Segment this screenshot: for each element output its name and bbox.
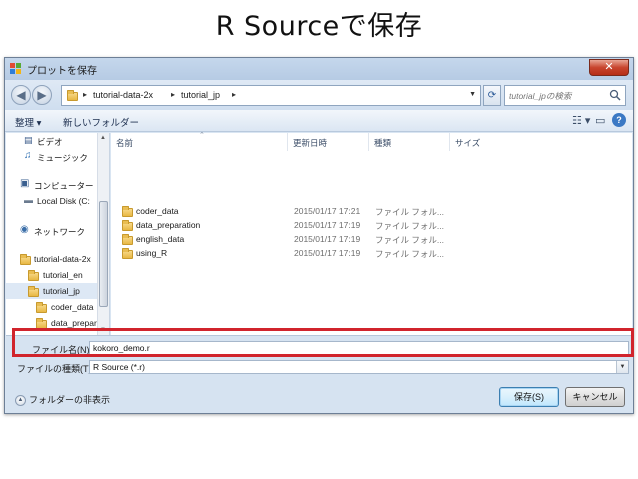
close-button[interactable]: ✕ bbox=[589, 59, 629, 76]
search-box[interactable] bbox=[504, 85, 626, 106]
computer-icon: ▣ bbox=[20, 178, 30, 189]
nav-item-coder-data[interactable]: coder_data bbox=[6, 299, 106, 315]
navigation-pane: ▤ ビデオ ♫ ミュージック ▣ コンピューター ▬ Local Disk (C… bbox=[6, 133, 110, 335]
nav-item-network[interactable]: ◉ ネットワーク bbox=[6, 223, 106, 239]
hide-folders-toggle[interactable]: ▲ フォルダーの非表示 bbox=[15, 393, 111, 407]
toolbar: 整理 ▾ 新しいフォルダー ☷ ▾ ▭ ? bbox=[5, 110, 633, 132]
folder-icon bbox=[28, 270, 39, 281]
scrollbar-thumb[interactable] bbox=[99, 201, 108, 307]
nav-item-tutorial-en[interactable]: tutorial_en bbox=[6, 267, 106, 283]
file-row[interactable]: english_data 2015/01/17 17:19 ファイル フォル..… bbox=[111, 233, 451, 247]
save-button[interactable]: 保存(S) bbox=[499, 387, 559, 407]
address-bar[interactable]: ▸ tutorial-data-2x ▸ tutorial_jp ▸ ▼ bbox=[61, 85, 481, 106]
video-icon: ▤ bbox=[24, 135, 33, 145]
folder-icon bbox=[36, 302, 47, 313]
file-row[interactable]: using_R 2015/01/17 17:19 ファイル フォル... bbox=[111, 247, 451, 261]
breadcrumb-tutorial-jp[interactable]: tutorial_jp bbox=[181, 90, 220, 100]
chevron-up-icon: ▲ bbox=[15, 395, 26, 407]
nav-item-music[interactable]: ♫ ミュージック bbox=[6, 149, 106, 165]
column-header-type[interactable]: 種類 bbox=[369, 133, 450, 151]
file-list-pane: ⌃ 名前 更新日時 種類 サイズ coder_data 2015/01/17 1… bbox=[111, 132, 632, 335]
folder-icon bbox=[122, 220, 133, 231]
nav-item-video[interactable]: ▤ ビデオ bbox=[6, 133, 106, 149]
chevron-right-icon[interactable]: ▸ bbox=[171, 90, 175, 99]
chevron-down-icon[interactable]: ▼ bbox=[469, 91, 476, 98]
chevron-right-icon[interactable]: ▸ bbox=[83, 90, 87, 99]
hide-folders-label: フォルダーの非表示 bbox=[29, 395, 111, 405]
filetype-label: ファイルの種類(T): bbox=[17, 364, 94, 374]
folder-icon bbox=[20, 254, 31, 265]
nav-scrollbar[interactable]: ▲ ▼ bbox=[97, 133, 109, 335]
nav-item-local-disk[interactable]: ▬ Local Disk (C: bbox=[6, 193, 106, 209]
preview-pane-icon[interactable]: ▭ bbox=[595, 114, 605, 127]
column-header-size[interactable]: サイズ bbox=[450, 133, 510, 151]
folder-icon bbox=[28, 286, 39, 297]
chevron-right-icon[interactable]: ▸ bbox=[232, 90, 236, 99]
search-input[interactable] bbox=[509, 89, 609, 103]
address-row: ◀ ▶ ▸ tutorial-data-2x ▸ tutorial_jp ▸ ▼… bbox=[5, 80, 633, 110]
refresh-button[interactable]: ⟳ bbox=[483, 85, 501, 106]
dialog-title: プロットを保存 bbox=[27, 66, 97, 77]
file-row[interactable]: data_preparation 2015/01/17 17:19 ファイル フ… bbox=[111, 219, 451, 233]
column-header-date[interactable]: 更新日時 bbox=[288, 133, 369, 151]
network-icon: ◉ bbox=[20, 224, 29, 235]
nav-item-computer[interactable]: ▣ コンピューター bbox=[6, 177, 106, 193]
music-icon: ♫ bbox=[24, 150, 32, 161]
breadcrumb-tutorial-data[interactable]: tutorial-data-2x bbox=[93, 90, 153, 100]
cancel-button[interactable]: キャンセル bbox=[565, 387, 625, 407]
scroll-up-icon[interactable]: ▲ bbox=[100, 135, 106, 141]
folder-icon bbox=[122, 248, 133, 259]
folder-icon bbox=[67, 90, 78, 101]
view-options-icon[interactable]: ☷ ▾ bbox=[572, 114, 590, 127]
nav-item-tutorial-data[interactable]: tutorial-data-2x bbox=[6, 251, 106, 267]
filetype-highlight-box bbox=[12, 328, 634, 357]
new-folder-button[interactable]: 新しいフォルダー bbox=[63, 115, 139, 129]
back-button[interactable]: ◀ bbox=[11, 85, 31, 105]
title-bar[interactable]: プロットを保存 ✕ bbox=[5, 58, 633, 80]
app-icon bbox=[10, 63, 22, 75]
forward-button[interactable]: ▶ bbox=[32, 85, 52, 105]
filetype-value: R Source (*.r) bbox=[93, 362, 145, 372]
help-icon[interactable]: ? bbox=[612, 113, 626, 127]
organize-button[interactable]: 整理 ▾ bbox=[15, 115, 41, 129]
search-icon[interactable] bbox=[609, 89, 621, 101]
save-plot-dialog: プロットを保存 ✕ ◀ ▶ ▸ tutorial-data-2x ▸ tutor… bbox=[4, 57, 634, 414]
column-header-name[interactable]: 名前 bbox=[111, 133, 288, 151]
slide-title: R Sourceで保存 bbox=[215, 11, 423, 42]
disk-icon: ▬ bbox=[24, 195, 33, 205]
nav-item-tutorial-jp[interactable]: tutorial_jp bbox=[6, 283, 106, 299]
chevron-down-icon[interactable]: ▼ bbox=[616, 361, 628, 373]
filetype-select[interactable]: R Source (*.r) ▼ bbox=[89, 360, 629, 374]
folder-icon bbox=[122, 234, 133, 245]
file-row[interactable]: coder_data 2015/01/17 17:21 ファイル フォル... bbox=[111, 205, 451, 219]
folder-icon bbox=[122, 206, 133, 217]
